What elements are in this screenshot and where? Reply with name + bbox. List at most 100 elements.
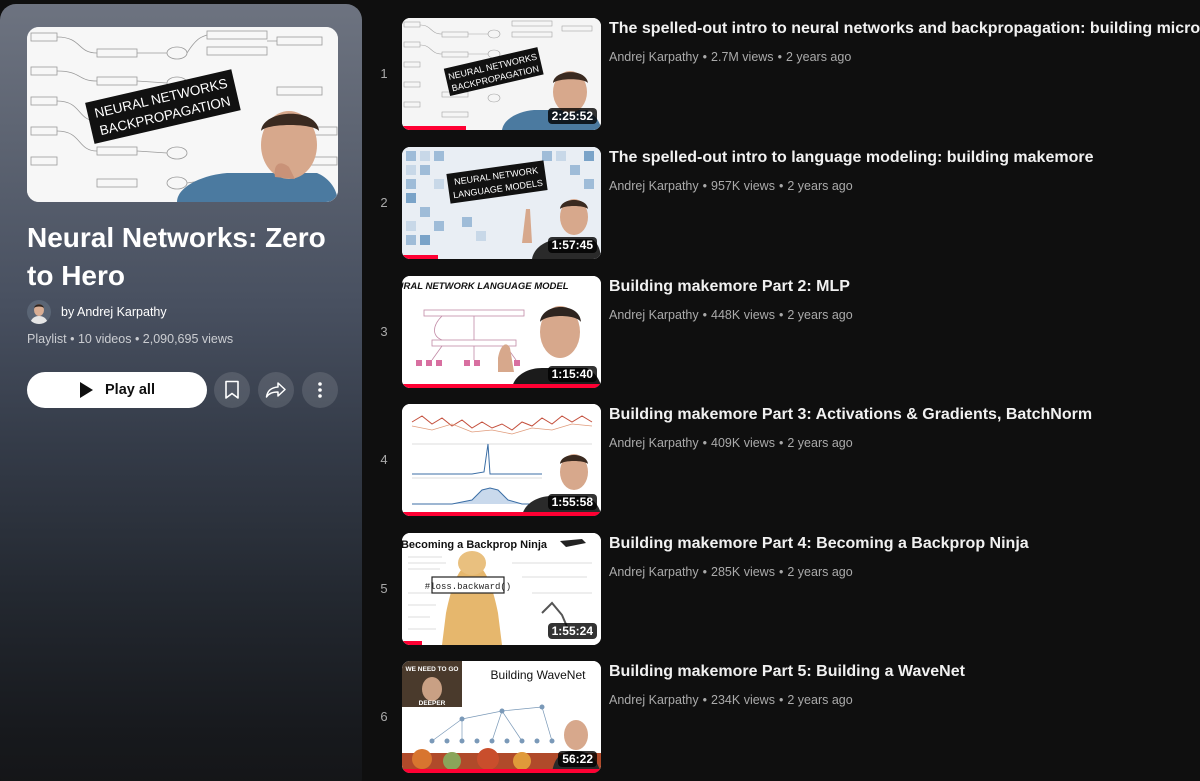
playlist-type: Playlist: [27, 332, 67, 346]
more-vert-icon: [318, 382, 322, 398]
watch-progress: [402, 641, 422, 645]
video-index: 1: [380, 66, 388, 81]
video-index: 4: [380, 452, 388, 467]
duration-badge: 56:22: [558, 751, 597, 767]
view-count: 2.7M views: [711, 50, 774, 64]
video-meta: Andrej Karpathy • 409K views • 2 years ago: [609, 436, 853, 450]
list-item[interactable]: 6 WE NEED TO GO DEEPER Building WaveNet: [372, 661, 1200, 777]
share-icon: [265, 382, 286, 398]
upload-age: 2 years ago: [787, 565, 853, 579]
watch-progress: [402, 126, 466, 130]
playlist-title: Neural Networks: Zero to Hero: [27, 222, 326, 291]
channel-name[interactable]: Andrej Karpathy: [609, 693, 699, 707]
watch-progress: [402, 769, 601, 773]
avatar-image: [27, 300, 51, 324]
play-icon: [79, 382, 93, 398]
channel-name[interactable]: Andrej Karpathy: [609, 565, 699, 579]
duration-badge: 2:25:52: [547, 108, 597, 124]
duration-badge: 1:15:40: [547, 366, 597, 382]
video-meta: Andrej Karpathy • 285K views • 2 years ago: [609, 565, 853, 579]
upload-age: 2 years ago: [787, 436, 853, 450]
video-meta: Andrej Karpathy • 234K views • 2 years ago: [609, 693, 853, 707]
play-all-label: Play all: [105, 382, 155, 398]
thumb-caption-line-2: #loss.backward(): [425, 582, 511, 592]
video-title[interactable]: Building makemore Part 4: Becoming a Bac…: [609, 535, 1029, 553]
view-count: 448K views: [711, 308, 775, 322]
video-title[interactable]: Building makemore Part 5: Building a Wav…: [609, 663, 965, 681]
thumb-caption-line-2: WE NEED TO GO: [406, 666, 459, 673]
video-title[interactable]: Building makemore Part 2: MLP: [609, 278, 850, 296]
video-thumbnail[interactable]: NEURAL NETWORK LANGUAGE MODEL 1:15:40: [402, 276, 601, 388]
channel-name[interactable]: Andrej Karpathy: [609, 436, 699, 450]
meta-separator: •: [778, 436, 784, 450]
duration-badge: 1:55:58: [547, 494, 597, 510]
play-all-button[interactable]: Play all: [27, 372, 207, 408]
owner-name[interactable]: by Andrej Karpathy: [61, 305, 167, 319]
view-count: 285K views: [711, 565, 775, 579]
list-item[interactable]: 5 Becoming a Backprop Ninja #loss.backwa…: [372, 533, 1200, 649]
meta-separator: •: [778, 693, 784, 707]
view-count: 409K views: [711, 436, 775, 450]
duration-badge: 1:57:45: [547, 237, 597, 253]
video-title[interactable]: Building makemore Part 3: Activations & …: [609, 406, 1092, 424]
thumb-caption-line-1: Building WaveNet: [491, 668, 587, 682]
video-index: 5: [380, 581, 388, 596]
meta-separator: •: [702, 693, 708, 707]
video-thumbnail[interactable]: Becoming a Backprop Ninja #loss.backward…: [402, 533, 601, 645]
meta-separator: •: [702, 179, 708, 193]
channel-name[interactable]: Andrej Karpathy: [609, 308, 699, 322]
playlist-meta: Playlist • 10 videos • 2,090,695 views: [27, 332, 233, 346]
video-title[interactable]: The spelled-out intro to language modeli…: [609, 149, 1093, 167]
meta-separator: •: [778, 179, 784, 193]
playlist-owner[interactable]: by Andrej Karpathy: [27, 300, 167, 324]
meta-separator: •: [702, 308, 708, 322]
upload-age: 2 years ago: [787, 308, 853, 322]
video-index: 6: [380, 709, 388, 724]
upload-age: 2 years ago: [787, 179, 853, 193]
video-meta: Andrej Karpathy • 957K views • 2 years ago: [609, 179, 853, 193]
view-count: 234K views: [711, 693, 775, 707]
bookmark-icon: [225, 380, 239, 399]
video-index: 2: [380, 195, 388, 210]
meta-separator: •: [134, 332, 143, 346]
video-title[interactable]: The spelled-out intro to neural networks…: [609, 20, 1200, 38]
more-actions-button[interactable]: [302, 372, 338, 408]
playlist-thumbnail[interactable]: NEURAL NETWORKS BACKPROPAGATION: [27, 27, 338, 202]
video-count: 10 videos: [77, 332, 132, 346]
list-item[interactable]: 2 NEURAL NETWORK LANGUAGE MODELS 1:57:45…: [372, 147, 1200, 263]
video-thumbnail[interactable]: WE NEED TO GO DEEPER Building WaveNet 56…: [402, 661, 601, 773]
avatar[interactable]: [27, 300, 51, 324]
watch-progress: [402, 512, 601, 516]
view-count: 957K views: [711, 179, 775, 193]
thumb-caption-line-1: Becoming a Backprop Ninja: [402, 539, 548, 551]
playlist-header-panel: NEURAL NETWORKS BACKPROPAGATION Neural N…: [0, 4, 362, 781]
meta-separator: •: [778, 308, 784, 322]
save-playlist-button[interactable]: [214, 372, 250, 408]
video-thumbnail[interactable]: 1:55:58: [402, 404, 601, 516]
video-meta: Andrej Karpathy • 448K views • 2 years ago: [609, 308, 853, 322]
channel-name[interactable]: Andrej Karpathy: [609, 179, 699, 193]
video-thumbnail[interactable]: NEURAL NETWORKS BACKPROPAGATION 2:25:52: [402, 18, 601, 130]
view-count: 2,090,695 views: [142, 332, 234, 346]
thumb-caption-line-1: NEURAL NETWORK LANGUAGE MODEL: [402, 281, 569, 292]
share-button[interactable]: [258, 372, 294, 408]
list-item[interactable]: 1 NEURAL NETWORKS BACKPROPAGATION 2:25:5…: [372, 18, 1200, 134]
duration-badge: 1:55:24: [547, 623, 597, 639]
list-item[interactable]: 4 1:55:58 Building makemore Part 3: Acti…: [372, 404, 1200, 520]
video-thumbnail[interactable]: NEURAL NETWORK LANGUAGE MODELS 1:57:45: [402, 147, 601, 259]
video-meta: Andrej Karpathy • 2.7M views • 2 years ago: [609, 50, 851, 64]
playlist-thumbnail-art: NEURAL NETWORKS BACKPROPAGATION: [27, 27, 338, 202]
meta-separator: •: [777, 50, 782, 64]
watch-progress: [402, 384, 601, 388]
meta-separator: •: [778, 565, 784, 579]
meta-separator: •: [702, 50, 708, 64]
channel-name[interactable]: Andrej Karpathy: [609, 50, 699, 64]
upload-age: 2 years ago: [785, 50, 852, 64]
video-index: 3: [380, 324, 388, 339]
watch-progress: [402, 255, 438, 259]
meta-separator: •: [702, 565, 708, 579]
list-item[interactable]: 3 NEURAL NETWORK LANGUAGE MODEL: [372, 276, 1200, 392]
meta-separator: •: [70, 332, 78, 346]
meta-separator: •: [702, 436, 708, 450]
thumb-caption-line-3: DEEPER: [419, 700, 446, 707]
